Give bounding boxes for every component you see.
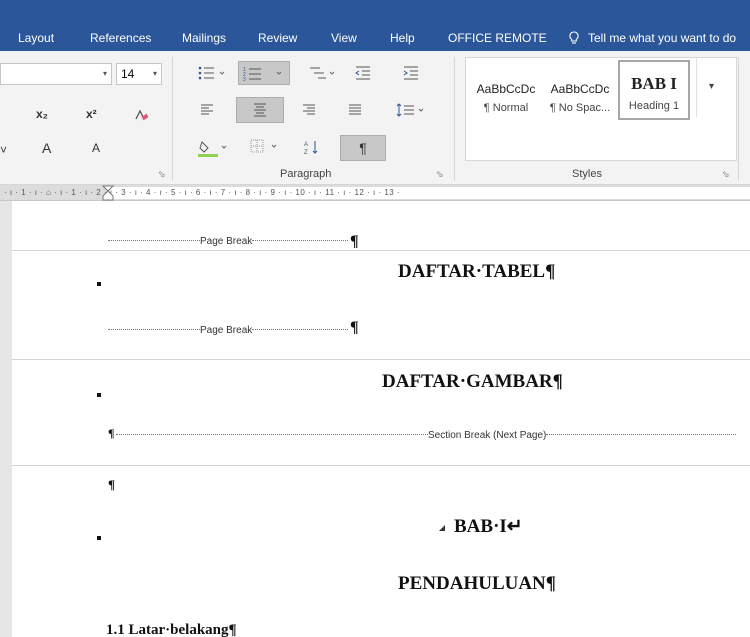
ruler-numbers: · ı · 1 · ı · ⌂ · ı · 1 · ı · 2 · ı · 3 … <box>4 188 401 197</box>
heading-daftar-tabel[interactable]: DAFTAR·TABEL¶ <box>398 261 555 283</box>
indent-marker-icon[interactable] <box>102 185 114 201</box>
pilcrow-mark: ¶ <box>108 477 116 492</box>
heading-pendahuluan[interactable]: PENDAHULUAN¶ <box>398 573 556 595</box>
shrink-font-button[interactable]: A <box>92 141 100 155</box>
align-center-icon <box>254 103 266 117</box>
tell-me-text: Tell me what you want to do <box>588 31 737 45</box>
subheading-latar-belakang[interactable]: 1.1 Latar·belakang¶ <box>106 622 237 637</box>
page-break-label: Page Break <box>200 236 253 247</box>
divider <box>454 57 455 181</box>
paragraph-dialog-launcher-icon[interactable]: ⬂ <box>436 169 444 180</box>
paragraph-group-label: Paragraph <box>280 168 332 180</box>
page-separator <box>12 359 750 360</box>
sort-icon[interactable]: A Z <box>304 139 320 155</box>
svg-text:A: A <box>304 142 308 148</box>
style-preview: AaBbCcDc <box>550 82 610 96</box>
styles-group-label: Styles <box>572 168 602 180</box>
superscript-button[interactable]: x² <box>86 107 97 121</box>
align-left-icon[interactable] <box>200 103 214 117</box>
dotted-leader <box>546 434 737 435</box>
style-name: Heading 1 <box>628 100 680 112</box>
style-name: ¶ Normal <box>483 102 529 114</box>
dotted-leader <box>252 329 349 330</box>
tab-review[interactable]: Review <box>258 0 297 51</box>
style-normal[interactable]: AaBbCcDc ¶ Normal <box>470 60 542 120</box>
justify-icon[interactable] <box>348 103 362 117</box>
ribbon-tab-bar: Layout References Mailings Review View H… <box>0 0 750 51</box>
multilevel-list-icon[interactable] <box>306 65 336 81</box>
tab-mailings[interactable]: Mailings <box>182 0 226 51</box>
page-break-mark: Page Break <box>108 236 349 248</box>
style-heading-1[interactable]: BAB I Heading 1 <box>618 60 690 120</box>
clear-formatting-icon[interactable] <box>134 109 148 121</box>
heading-daftar-gambar[interactable]: DAFTAR·GAMBAR¶ <box>382 371 563 393</box>
borders-icon[interactable] <box>250 139 280 155</box>
document-canvas[interactable]: Page Break ¶ DAFTAR·TABEL¶ Page Break ¶ … <box>12 201 750 637</box>
paragraph-marker <box>97 536 101 540</box>
dotted-leader <box>252 240 349 241</box>
chevron-down-icon[interactable]: ˅ <box>0 143 7 157</box>
paragraph-marker <box>97 393 101 397</box>
section-break-label: Section Break (Next Page) <box>428 430 547 441</box>
bullets-icon[interactable] <box>198 65 226 81</box>
dotted-leader <box>108 240 200 241</box>
page-separator <box>12 465 750 466</box>
lightbulb-icon <box>569 31 579 44</box>
pilcrow-mark: ¶ <box>350 233 359 250</box>
style-preview: BAB I <box>631 74 677 93</box>
chevron-down-icon[interactable]: ▾ <box>153 64 157 84</box>
divider <box>738 57 739 181</box>
pilcrow-mark: ¶ <box>108 426 115 440</box>
subscript-button[interactable]: x₂ <box>36 107 48 121</box>
page-break-label: Page Break <box>200 325 253 336</box>
styles-more-chevron-icon[interactable]: ▾ <box>696 57 726 117</box>
show-hide-marks-button[interactable]: ¶ <box>340 135 386 161</box>
tab-references[interactable]: References <box>90 0 151 51</box>
collapse-triangle-icon[interactable] <box>438 524 446 532</box>
dotted-leader <box>116 434 428 435</box>
dotted-leader <box>108 329 200 330</box>
align-center-button[interactable] <box>236 97 284 123</box>
align-right-icon[interactable] <box>302 103 316 117</box>
tab-view[interactable]: View <box>331 0 357 51</box>
page-break-mark: Page Break <box>108 325 349 337</box>
numbering-button[interactable]: 1 2 3 <box>238 61 290 85</box>
svg-text:3: 3 <box>243 77 246 83</box>
font-name-box[interactable]: ▾ <box>0 63 112 85</box>
tab-layout[interactable]: Layout <box>18 0 54 51</box>
pilcrow-mark: ¶ <box>350 319 359 336</box>
increase-indent-icon[interactable] <box>402 65 420 81</box>
ribbon: ▾ 14 ▾ x₂ x² ˅ A A ⬂ 1 2 3 A Z ¶ Paragra… <box>0 51 750 185</box>
decrease-indent-icon[interactable] <box>354 65 372 81</box>
style-preview: AaBbCcDc <box>476 82 536 96</box>
horizontal-ruler[interactable]: · ı · 1 · ı · ⌂ · ı · 1 · ı · 2 · ı · 3 … <box>0 185 750 201</box>
tab-office-remote[interactable]: OFFICE REMOTE <box>448 0 547 51</box>
paragraph-marker <box>97 282 101 286</box>
heading-bab-i[interactable]: BAB·I↵ <box>454 515 523 538</box>
page-separator <box>12 250 750 251</box>
font-dialog-launcher-icon[interactable]: ⬂ <box>158 169 166 180</box>
shading-icon[interactable] <box>198 139 228 157</box>
numbering-icon: 1 2 3 <box>243 67 282 83</box>
chevron-down-icon[interactable]: ▾ <box>103 64 107 84</box>
grow-font-button[interactable]: A <box>42 140 51 156</box>
style-no-spacing[interactable]: AaBbCcDc ¶ No Spac... <box>544 60 616 120</box>
svg-text:Z: Z <box>304 150 308 155</box>
styles-dialog-launcher-icon[interactable]: ⬂ <box>722 169 730 180</box>
section-break-mark: Section Break (Next Page) <box>116 430 737 442</box>
font-size-box[interactable]: 14 ▾ <box>116 63 162 85</box>
tell-me-search[interactable]: Tell me what you want to do <box>568 0 736 51</box>
style-name: ¶ No Spac... <box>549 102 611 114</box>
divider <box>172 57 173 181</box>
tab-help[interactable]: Help <box>390 0 415 51</box>
font-size-value: 14 <box>121 67 135 81</box>
line-spacing-icon[interactable] <box>396 103 426 117</box>
